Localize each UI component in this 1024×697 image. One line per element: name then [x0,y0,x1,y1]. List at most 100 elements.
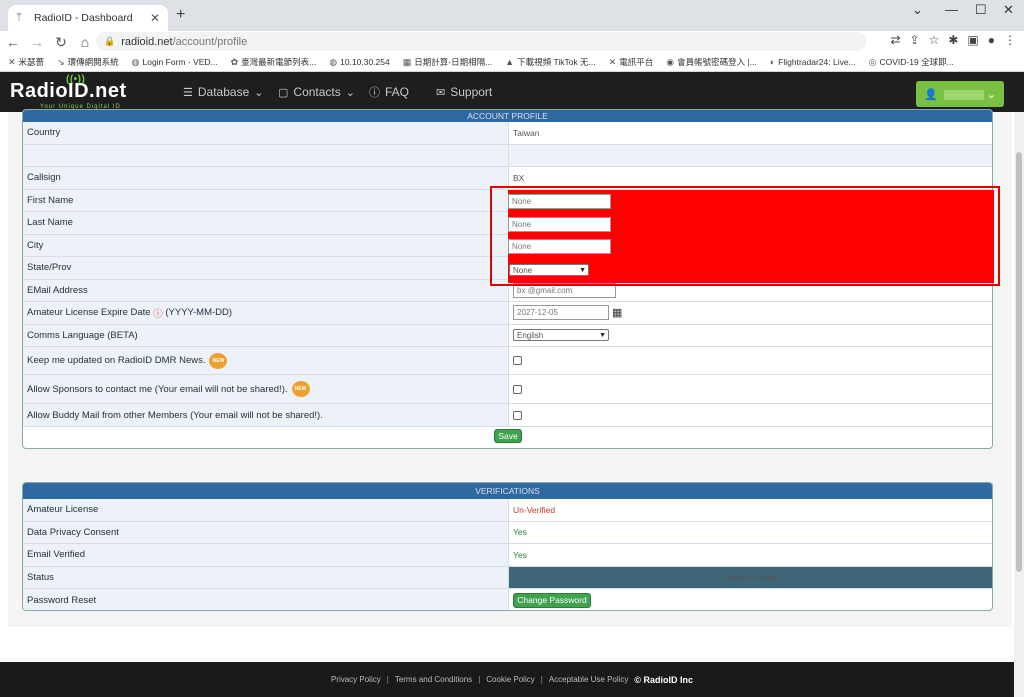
globe-icon: ◍ [131,56,140,67]
bookmark-item[interactable]: ◐ Flightradar24: Live... [770,57,856,67]
new-badge: NEW [209,352,228,369]
row-spacer [23,144,992,167]
row-status: Status Pend License [23,566,992,589]
bookmark-icon: ◎ [868,56,877,67]
minimize-icon[interactable]: — [945,2,958,17]
close-tab-icon[interactable]: ✕ [150,11,160,25]
database-icon: ☰ [183,86,193,99]
bookmark-item[interactable]: ✕ 電訊平台 [609,56,654,68]
translate-icon[interactable]: ⇄ [890,33,900,47]
bookmark-item[interactable]: ◍ Login Form - VED... [132,57,218,68]
bookmark-item[interactable]: ◉ 會員帳號密碼登入 |... [666,56,757,68]
row-password-reset: Password Reset Change Password [23,589,992,610]
chevron-down-icon: ⌄ [986,88,996,101]
bookmark-item[interactable]: ◍ 10.10.30.254 [329,57,390,68]
save-row: Save [23,427,992,447]
browser-tab-strip: ᛘ RadioID - Dashboard ✕ + ⌄ — ☐ ✕ [0,0,1024,31]
language-select[interactable]: English ▼ [513,329,609,342]
privacy-link[interactable]: Privacy Policy [331,675,381,684]
address-bar[interactable]: 🔒 radioid.net/account/profile [96,32,866,51]
user-icon: 👤 [924,88,938,101]
nav-contacts[interactable]: ▢ Contacts ⌄ [278,72,355,112]
bookmark-icon: ✕ [8,56,16,67]
username-redacted [943,89,984,100]
chevron-down-icon: ▼ [579,266,586,274]
star-icon[interactable]: ☆ [929,33,940,47]
scrollbar[interactable] [1014,112,1024,697]
url-host: radioid.net [121,35,173,48]
bookmark-icon: ◉ [666,56,675,67]
bookmark-item[interactable]: ↘ 環傳網閱系統 [57,56,119,68]
scrollbar-thumb[interactable] [1016,152,1022,572]
state-select-overlay[interactable]: None ▼ [509,264,589,276]
city-input-overlay[interactable]: None [508,239,611,254]
user-menu-button[interactable]: 👤 ⌄ [916,81,1004,107]
bookmark-item[interactable]: ◎ COVID-19 全球即... [869,56,954,68]
site-logo[interactable]: RadioID.net ((•)) Your Unique Digital ID [10,74,130,110]
nav-faq[interactable]: ⓘ FAQ [369,72,409,112]
status-badge: Pend License [509,566,992,588]
antenna-icon: ((•)) [66,74,86,85]
profile-icon[interactable]: ● [988,33,995,47]
bookmark-icon: ✕ [608,56,617,67]
side-panel-icon[interactable]: ▣ [967,33,978,47]
aup-link[interactable]: Acceptable Use Policy [549,675,629,684]
globe-icon: ◍ [329,56,338,67]
share-icon[interactable]: ⇪ [910,33,920,47]
bookmark-item[interactable]: ✿ 臺灣最新電節列表... [231,56,317,68]
chevron-down-icon[interactable]: ⌄ [912,2,923,18]
sponsors-checkbox[interactable] [513,384,522,394]
row-country: Country Taiwan [23,122,992,145]
bookmark-icon: ▲ [505,57,515,67]
new-tab-icon[interactable]: + [176,6,185,24]
change-password-button[interactable]: Change Password [513,592,591,608]
license-status: Un-Verified [513,504,556,515]
browser-tab[interactable]: ᛘ RadioID - Dashboard ✕ [8,5,168,31]
info-icon[interactable]: ⓘ [153,306,163,320]
url-path: /account/profile [172,35,248,48]
back-icon[interactable]: ← [2,34,24,50]
nav-support[interactable]: ✉ Support [436,72,492,112]
lock-icon: 🔒 [104,36,116,46]
row-privacy: Data Privacy Consent Yes [23,521,992,544]
tab-title: RadioID - Dashboard [34,12,133,24]
bookmark-item[interactable]: ▦ 日期計算-日期相隔... [403,56,492,68]
menu-icon[interactable]: ⋮ [1004,33,1016,47]
bookmark-icon: ▦ [402,56,412,67]
buddy-mail-checkbox[interactable] [513,410,522,420]
envelope-icon: ✉ [436,86,446,99]
account-profile-header: ACCOUNT PROFILE [23,110,992,122]
first-name-input-overlay[interactable]: None [508,194,611,209]
forward-icon[interactable]: → [26,34,48,50]
news-checkbox[interactable] [513,356,522,365]
antenna-favicon-icon: ᛘ [16,12,22,23]
verifications-card: VERIFICATIONS Amateur License Un-Verifie… [22,482,993,611]
nav-database[interactable]: ☰ Database ⌄ [183,72,263,112]
row-amateur-license: Amateur License Un-Verified [23,499,992,522]
close-window-icon[interactable]: ✕ [1003,2,1014,18]
extensions-icon[interactable]: ✱ [948,33,958,47]
verifications-header: VERIFICATIONS [23,483,992,499]
bookmark-item[interactable]: ✕ 米瑟薔 [8,56,44,68]
bookmarks-bar: ✕ 米瑟薔 ↘ 環傳網閱系統 ◍ Login Form - VED... ✿ 臺灣最新電… [0,53,1024,72]
maximize-icon[interactable]: ☐ [975,2,987,18]
home-icon[interactable]: ⌂ [74,34,96,50]
reload-icon[interactable]: ↻ [50,34,72,51]
terms-link[interactable]: Terms and Conditions [395,675,472,684]
save-button[interactable]: Save [494,429,522,443]
cookie-link[interactable]: Cookie Policy [486,675,534,684]
site-navbar: RadioID.net ((•)) Your Unique Digital ID… [0,72,1024,112]
row-buddy-mail: Allow Buddy Mail from other Members (You… [23,404,992,427]
site-footer: Privacy Policy | Terms and Conditions | Co… [0,662,1024,697]
row-news: Keep me updated on RadioID DMR News. NEW [23,347,992,375]
last-name-input-overlay[interactable]: None [508,217,611,232]
bookmark-item[interactable]: ▲ 下載視頻 TikTok 无... [505,56,595,68]
contacts-icon: ▢ [278,86,289,99]
row-language: Comms Language (BETA) English ▼ [23,324,992,347]
row-sponsors: Allow Sponsors to contact me (Your email… [23,375,992,404]
license-date-input[interactable]: 2027-12-05 [513,305,609,321]
chevron-down-icon: ⌄ [254,86,264,99]
bookmark-icon: ↘ [57,56,65,67]
copyright: © RadioID Inc [634,674,694,685]
calendar-icon[interactable]: ▦ [612,306,622,319]
